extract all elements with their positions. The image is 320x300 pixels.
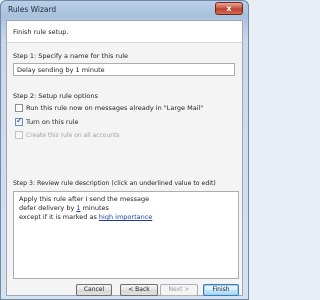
turn-on-label[interactable]: Turn on this rule (26, 118, 79, 126)
desc-line-2: defer delivery by 1 minutes (19, 204, 109, 212)
run-now-checkbox[interactable] (15, 104, 23, 112)
finish-button[interactable]: Finish (203, 284, 239, 296)
header-band: Finish rule setup. (7, 21, 242, 43)
run-now-label[interactable]: Run this rule now on messages already in… (26, 104, 203, 112)
rule-name-input[interactable] (13, 63, 235, 76)
step1-label: Step 1: Specify a name for this rule (13, 52, 129, 60)
wizard-content: Finish rule setup. Step 1: Specify a nam… (6, 20, 243, 296)
all-accounts-checkbox (15, 131, 23, 139)
step3-label: Step 3: Review rule description (click a… (13, 180, 216, 187)
rule-description-box: Apply this rule after I send the message… (13, 191, 239, 279)
importance-value-link[interactable]: high importance (99, 213, 152, 221)
window-title: Rules Wizard (8, 5, 57, 14)
all-accounts-label: Create this rule on all accounts (26, 132, 120, 139)
header-text: Finish rule setup. (13, 28, 69, 36)
rules-wizard-window: Rules Wizard x Finish rule setup. Step 1… (0, 0, 249, 300)
close-icon[interactable]: x (215, 2, 243, 15)
step2-label: Step 2: Setup rule options (13, 92, 98, 100)
turn-on-checkbox[interactable] (15, 116, 23, 126)
back-button[interactable]: < Back (120, 284, 158, 296)
title-bar[interactable]: Rules Wizard x (1, 1, 248, 19)
cancel-button[interactable]: Cancel (76, 284, 112, 296)
desc-line-2-suffix: minutes (80, 204, 109, 212)
next-button: Next > (160, 284, 198, 296)
desc-line-1: Apply this rule after I send the message (19, 195, 150, 203)
desc-line-2-prefix: defer delivery by (19, 204, 77, 212)
desc-line-3: except if it is marked as high importanc… (19, 213, 152, 221)
desc-line-3-prefix: except if it is marked as (19, 213, 99, 221)
